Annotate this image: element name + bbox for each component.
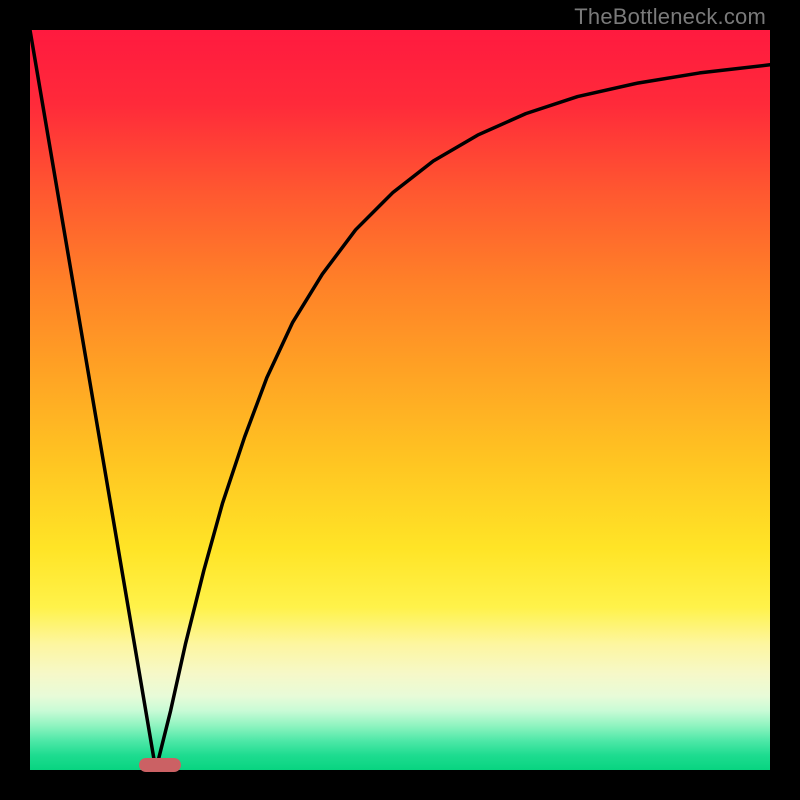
min-point-pill: [139, 758, 181, 772]
plot-area: [30, 30, 770, 770]
curve-layer: [30, 30, 770, 770]
curve-right-branch: [156, 65, 770, 770]
chart-frame: TheBottleneck.com: [0, 0, 800, 800]
watermark-text: TheBottleneck.com: [574, 4, 766, 30]
curve-left-branch: [30, 30, 156, 770]
